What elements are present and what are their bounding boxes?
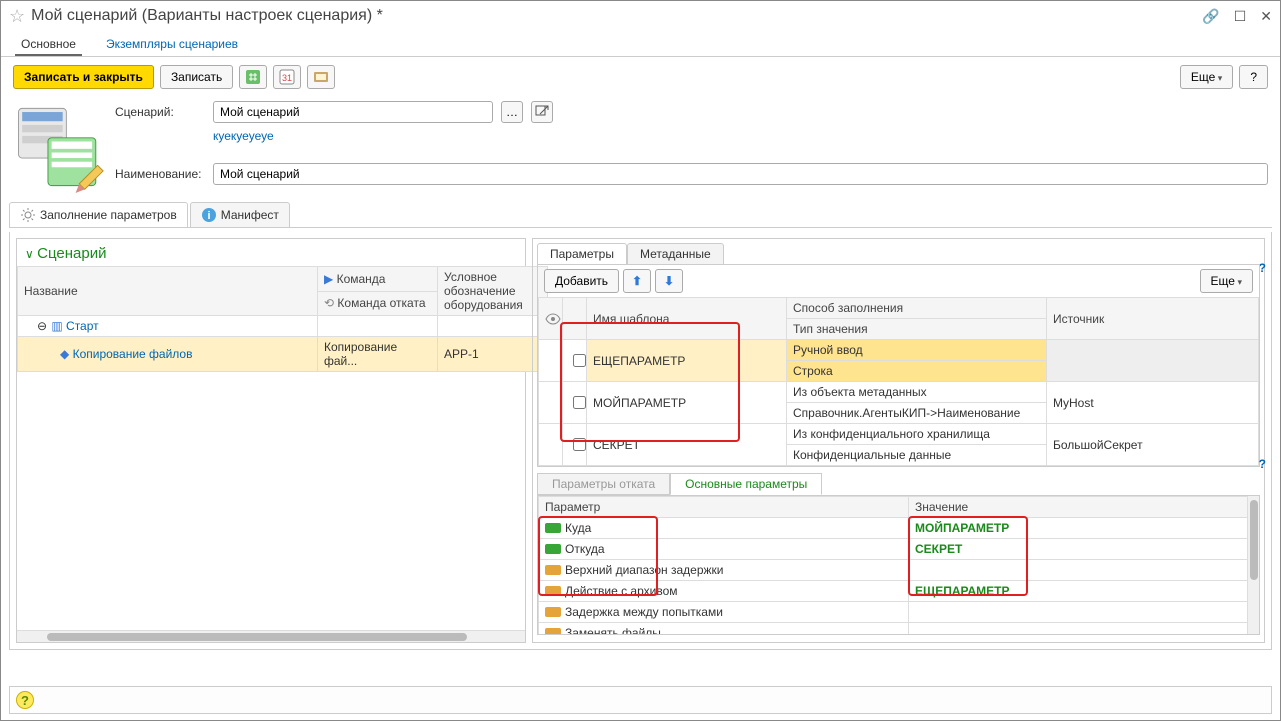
name-label: Наименование:: [115, 167, 205, 181]
gear-icon: [20, 207, 36, 223]
panel-tab-manifest[interactable]: i Манифест: [190, 202, 290, 227]
favorite-star-icon[interactable]: ☆: [9, 6, 25, 27]
col-name: Название: [18, 267, 318, 316]
tree-step-row[interactable]: ◆ Копирование файлов Копирование фай... …: [18, 337, 548, 372]
help-button[interactable]: ?: [1239, 65, 1268, 89]
col-value-type: Тип значения: [787, 319, 1047, 340]
svg-text:31: 31: [282, 73, 292, 83]
tab-instances[interactable]: Экземпляры сценариев: [100, 33, 244, 56]
tab-main[interactable]: Основное: [15, 33, 82, 56]
help-icon-2[interactable]: ?: [1259, 457, 1266, 471]
params-more-button[interactable]: Еще: [1200, 269, 1253, 293]
toolbar-icon-1[interactable]: [239, 65, 267, 89]
add-button[interactable]: Добавить: [544, 269, 619, 293]
v-scrollbar[interactable]: [1247, 496, 1259, 634]
tree-root-row[interactable]: ⊖ ▥ Старт: [18, 316, 548, 337]
value-row[interactable]: Действие с архивом ЕЩЕПАРАМЕТР: [539, 581, 1259, 602]
value-row[interactable]: Куда МОЙПАРАМЕТР: [539, 518, 1259, 539]
value-row[interactable]: Верхний диапазон задержки: [539, 560, 1259, 581]
bottom-tab-main[interactable]: Основные параметры: [670, 473, 822, 495]
sub-tab-params[interactable]: Параметры: [537, 243, 627, 264]
row-checkbox[interactable]: [573, 354, 586, 367]
save-button[interactable]: Записать: [160, 65, 233, 89]
move-down-button[interactable]: ⬇: [655, 269, 683, 293]
close-icon[interactable]: ✕: [1260, 8, 1272, 25]
value-row[interactable]: Задержка между попытками: [539, 602, 1259, 623]
footer-help-icon[interactable]: ?: [16, 691, 34, 709]
scenario-lookup-button[interactable]: …: [501, 101, 523, 123]
move-up-button[interactable]: ⬆: [623, 269, 651, 293]
param-row[interactable]: СЕКРЕТ Из конфиденциального хранилища Бо…: [539, 424, 1259, 445]
col-fill-method: Способ заполнения: [787, 298, 1047, 319]
col-visible-icon: [539, 298, 563, 340]
col-param: Параметр: [539, 497, 909, 518]
scenario-big-icon: [13, 101, 105, 196]
scenario-open-button[interactable]: [531, 101, 553, 123]
value-row[interactable]: Откуда СЕКРЕТ: [539, 539, 1259, 560]
col-source: Источник: [1047, 298, 1259, 340]
col-template-name: Имя шаблона: [587, 298, 787, 340]
value-row[interactable]: Заменять файлы: [539, 623, 1259, 636]
param-row[interactable]: ЕЩЕПАРАМЕТР Ручной ввод: [539, 340, 1259, 361]
save-close-button[interactable]: Записать и закрыть: [13, 65, 154, 89]
sub-tab-meta[interactable]: Метаданные: [627, 243, 724, 264]
col-command: ▶ Команда: [318, 267, 438, 292]
scenario-input[interactable]: [213, 101, 493, 123]
scenario-section-header[interactable]: Сценарий: [17, 239, 525, 266]
param-row[interactable]: МОЙПАРАМЕТР Из объекта метаданных MyHost: [539, 382, 1259, 403]
bottom-tab-rollback[interactable]: Параметры отката: [537, 473, 670, 495]
more-button[interactable]: Еще: [1180, 65, 1233, 89]
col-value: Значение: [909, 497, 1259, 518]
h-scrollbar[interactable]: [17, 630, 525, 642]
col-equipment: Условное обозначение оборудования: [438, 267, 548, 316]
svg-text:i: i: [207, 210, 210, 222]
toolbar-icon-2[interactable]: 31: [273, 65, 301, 89]
col-rollback: ⟲ Команда отката: [318, 291, 438, 316]
maximize-icon[interactable]: ☐: [1234, 8, 1247, 25]
panel-tab-fill-params[interactable]: Заполнение параметров: [9, 202, 188, 227]
sub-link[interactable]: куекуеуеуе: [213, 129, 274, 143]
window-title: Мой сценарий (Варианты настроек сценария…: [31, 7, 1202, 25]
toolbar-icon-3[interactable]: [307, 65, 335, 89]
row-checkbox[interactable]: [573, 396, 586, 409]
info-icon: i: [201, 207, 217, 223]
scenario-label: Сценарий:: [115, 105, 205, 119]
name-input[interactable]: [213, 163, 1268, 185]
link-icon[interactable]: 🔗: [1202, 8, 1219, 25]
row-checkbox[interactable]: [573, 438, 586, 451]
